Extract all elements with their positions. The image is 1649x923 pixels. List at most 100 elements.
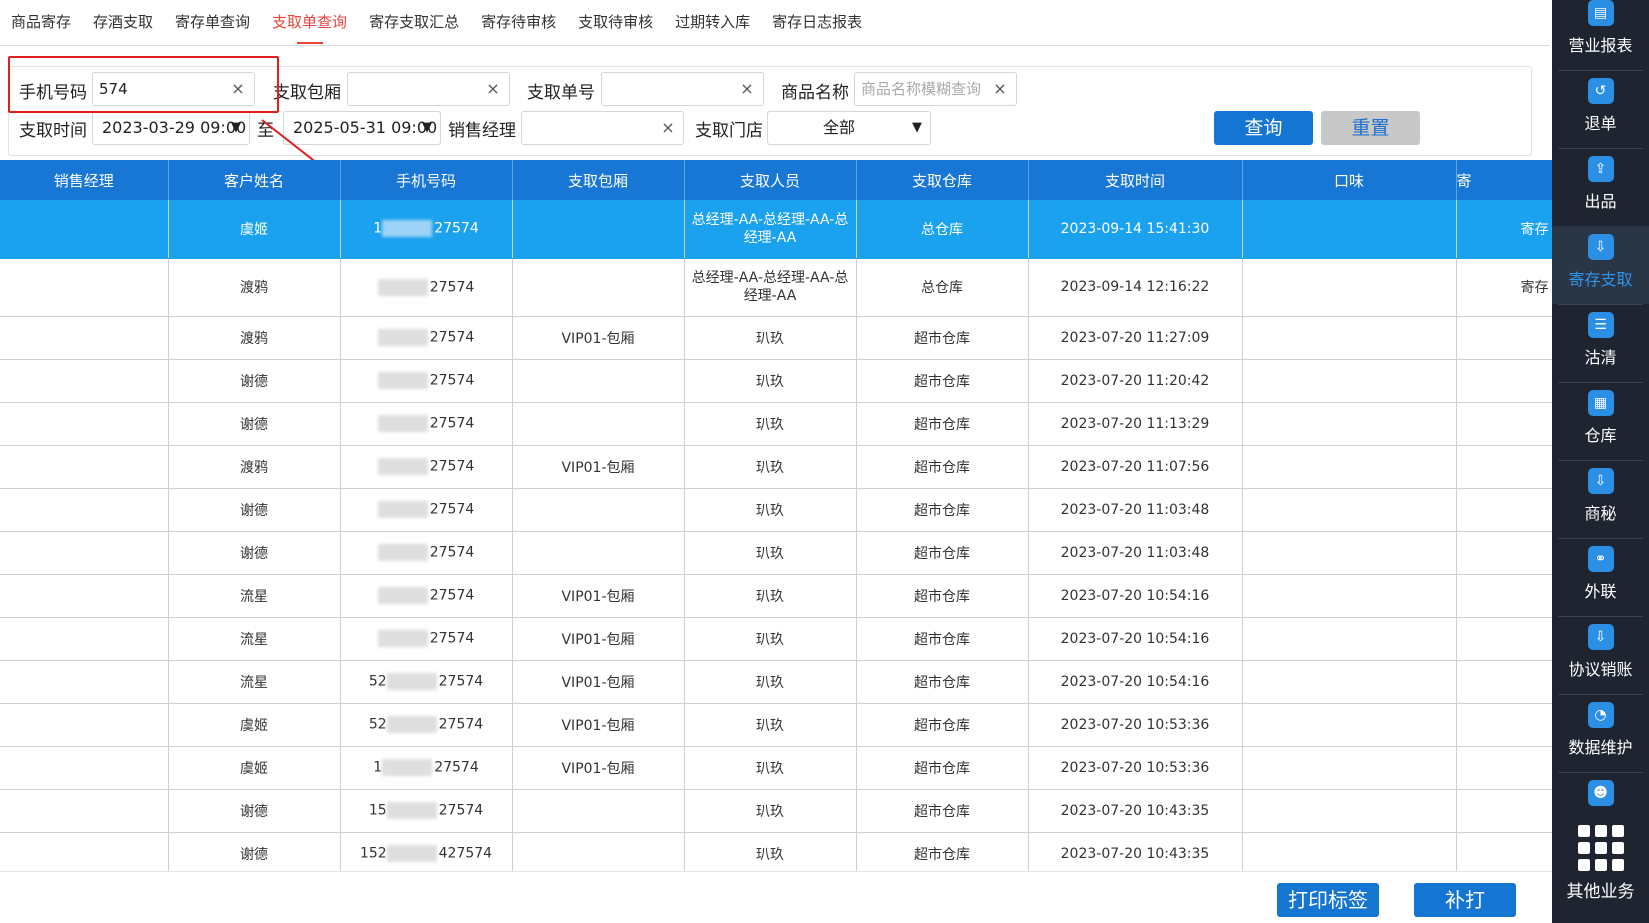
column-header[interactable]: 销售经理 — [0, 160, 169, 200]
cell-warehouse: 总仓库 — [856, 200, 1029, 259]
cell-flavor — [1242, 660, 1457, 704]
grid-cell — [1594, 842, 1607, 854]
store-label: 支取门店 — [695, 121, 763, 141]
room-clear-icon[interactable]: × — [484, 72, 502, 106]
cell-staff: 总经理-AA-总经理-AA-总经理-AA — [684, 258, 857, 317]
tab-5[interactable]: 寄存支取汇总 — [358, 0, 470, 46]
grid-cell — [1594, 859, 1607, 871]
sidebar-item-7[interactable]: ⇩ 商秘 — [1552, 460, 1649, 538]
phone-clear-icon[interactable]: × — [229, 72, 247, 106]
tab-1[interactable]: 商品寄存 — [0, 0, 82, 46]
phone-prefix: 1 — [373, 759, 383, 776]
cell-manager — [0, 660, 169, 704]
table-row[interactable]: 谢德 27574 玐玖 超市仓库 2023-07-20 11:03:48 — [0, 488, 1552, 532]
tab-8[interactable]: 过期转入库 — [664, 0, 761, 46]
tab-4[interactable]: 支取单查询 — [261, 0, 358, 46]
product-clear-icon[interactable]: × — [991, 72, 1009, 106]
table-row[interactable]: 谢德 27574 玐玖 超市仓库 2023-07-20 11:03:48 — [0, 531, 1552, 575]
table-header: 销售经理 客户姓名 手机号码 支取包厢 支取人员 支取仓库 支取时间 口味寄 — [0, 160, 1552, 200]
column-header[interactable]: 支取仓库 — [856, 160, 1029, 200]
table-row[interactable]: 虞姬 1 27574 总经理-AA-总经理-AA-总经理-AA 总仓库 2023-09-1… — [0, 200, 1552, 259]
cell-flavor — [1242, 402, 1457, 446]
sidebar-item-2[interactable]: ↺ 退单 — [1552, 70, 1649, 148]
cell-time: 2023-07-20 10:54:16 — [1028, 617, 1243, 661]
table-row[interactable]: 谢德 152 427574 玐玖 超市仓库 2023-07-20 10:43:35 — [0, 832, 1552, 871]
column-header[interactable]: 口味 — [1242, 160, 1457, 200]
time-end-select[interactable]: 2025-05-31 09:00 ▼ — [283, 111, 441, 145]
column-header[interactable]: 支取包厢 — [512, 160, 685, 200]
table-row[interactable]: 流星 27574 VIP01-包厢 玐玖 超市仓库 2023-07-20 10:54:16 — [0, 574, 1552, 618]
sidebar-item-4[interactable]: ⇩ 寄存支取 — [1552, 226, 1649, 304]
cell-warehouse: 超市仓库 — [856, 660, 1029, 704]
cell-extra — [1456, 660, 1552, 704]
print-label-button[interactable]: 打印标签 — [1277, 883, 1379, 917]
tab-2[interactable]: 存酒支取 — [82, 0, 164, 46]
sidebar-item-1[interactable]: ▤ 营业报表 — [1552, 0, 1649, 70]
cell-room — [512, 832, 685, 871]
cell-manager — [0, 359, 169, 403]
sidebar-item-label: 出品 — [1584, 192, 1617, 211]
time-start-select[interactable]: 2023-03-29 09:00 ▼ — [92, 111, 250, 145]
column-header[interactable]: 寄 — [1456, 160, 1552, 200]
cell-phone: 52 27574 — [340, 703, 513, 747]
cell-customer: 谢德 — [168, 402, 341, 446]
cell-staff: 玐玖 — [684, 445, 857, 489]
table-row[interactable]: 流星 27574 VIP01-包厢 玐玖 超市仓库 2023-07-20 10:54:16 — [0, 617, 1552, 661]
cell-extra — [1456, 789, 1552, 833]
table-row[interactable]: 渡鸦 27574 VIP01-包厢 玐玖 超市仓库 2023-07-20 11:07:56 — [0, 445, 1552, 489]
reprint-button[interactable]: 补打 — [1414, 883, 1516, 917]
table-row[interactable]: 流星 52 27574 VIP01-包厢 玐玖 超市仓库 2023-07-20 10:54:… — [0, 660, 1552, 704]
cell-room — [512, 789, 685, 833]
table-row[interactable]: 谢德 27574 玐玖 超市仓库 2023-07-20 11:20:42 — [0, 359, 1552, 403]
column-header[interactable]: 客户姓名 — [168, 160, 341, 200]
phone-number: 27574 — [377, 587, 474, 604]
phone-suffix: 27574 — [429, 544, 475, 561]
masked-digits — [377, 329, 428, 346]
cell-time: 2023-07-20 11:20:42 — [1028, 359, 1243, 403]
column-header[interactable]: 手机号码 — [340, 160, 513, 200]
order-clear-icon[interactable]: × — [738, 72, 756, 106]
sidebar-item-5[interactable]: ☰ 沽清 — [1552, 304, 1649, 382]
table-row[interactable]: 渡鸦 27574 总经理-AA-总经理-AA-总经理-AA 总仓库 2023-09-14… — [0, 258, 1552, 317]
phone-suffix: 27574 — [434, 220, 479, 237]
cell-phone: 15 27574 — [340, 789, 513, 833]
cell-time: 2023-07-20 10:43:35 — [1028, 789, 1243, 833]
tab-9[interactable]: 寄存日志报表 — [761, 0, 873, 46]
filter-panel: 手机号码 × 支取包厢 × 支取单号 × 商品名称 × 支取时间 2023-03… — [8, 66, 1532, 156]
cell-staff: 玐玖 — [684, 703, 857, 747]
store-select[interactable]: 全部 ▼ — [767, 111, 931, 145]
table-row[interactable]: 谢德 15 27574 玐玖 超市仓库 2023-07-20 10:43:35 — [0, 789, 1552, 833]
reset-button[interactable]: 重置 — [1321, 111, 1420, 145]
masked-digits — [377, 415, 428, 432]
cell-customer: 流星 — [168, 617, 341, 661]
cell-flavor — [1242, 703, 1457, 747]
column-header[interactable]: 支取人员 — [684, 160, 857, 200]
phone-suffix: 27574 — [429, 630, 475, 647]
tab-7[interactable]: 支取待审核 — [567, 0, 664, 46]
cell-warehouse: 超市仓库 — [856, 746, 1029, 790]
cell-phone: 27574 — [340, 445, 513, 489]
tab-6[interactable]: 寄存待审核 — [470, 0, 567, 46]
sidebar-item-6[interactable]: ▦ 仓库 — [1552, 382, 1649, 460]
sidebar-item-other[interactable]: 其他业务 — [1552, 815, 1649, 923]
masked-digits — [382, 220, 433, 238]
table-row[interactable]: 虞姬 1 27574 VIP01-包厢 玐玖 超市仓库 2023-07-20 10:53:3… — [0, 746, 1552, 790]
export-icon: ⇪ — [1587, 156, 1614, 182]
phone-number: 27574 — [377, 329, 474, 346]
table-row[interactable]: 谢德 27574 玐玖 超市仓库 2023-07-20 11:13:29 — [0, 402, 1552, 446]
sidebar-item-9[interactable]: ⇩ 协议销账 — [1552, 616, 1649, 694]
table-row[interactable]: 渡鸦 27574 VIP01-包厢 玐玖 超市仓库 2023-07-20 11:27:09 — [0, 316, 1552, 360]
phone-number: 52 27574 — [369, 673, 483, 690]
caret-down-icon: ▼ — [912, 120, 922, 135]
tab-3[interactable]: 寄存单查询 — [164, 0, 261, 46]
query-button[interactable]: 查询 — [1214, 111, 1313, 145]
sidebar-item-8[interactable]: ⚭ 外联 — [1552, 538, 1649, 616]
phone-number: 27574 — [377, 501, 474, 518]
manager-clear-icon[interactable]: × — [659, 111, 677, 145]
sidebar-item-10[interactable]: ◔ 数据维护 — [1552, 694, 1649, 772]
masked-digits — [377, 587, 428, 604]
table-row[interactable]: 虞姬 52 27574 VIP01-包厢 玐玖 超市仓库 2023-07-20 10:53:… — [0, 703, 1552, 747]
column-header[interactable]: 支取时间 — [1028, 160, 1243, 200]
cell-customer: 渡鸦 — [168, 316, 341, 360]
sidebar-item-3[interactable]: ⇪ 出品 — [1552, 148, 1649, 226]
